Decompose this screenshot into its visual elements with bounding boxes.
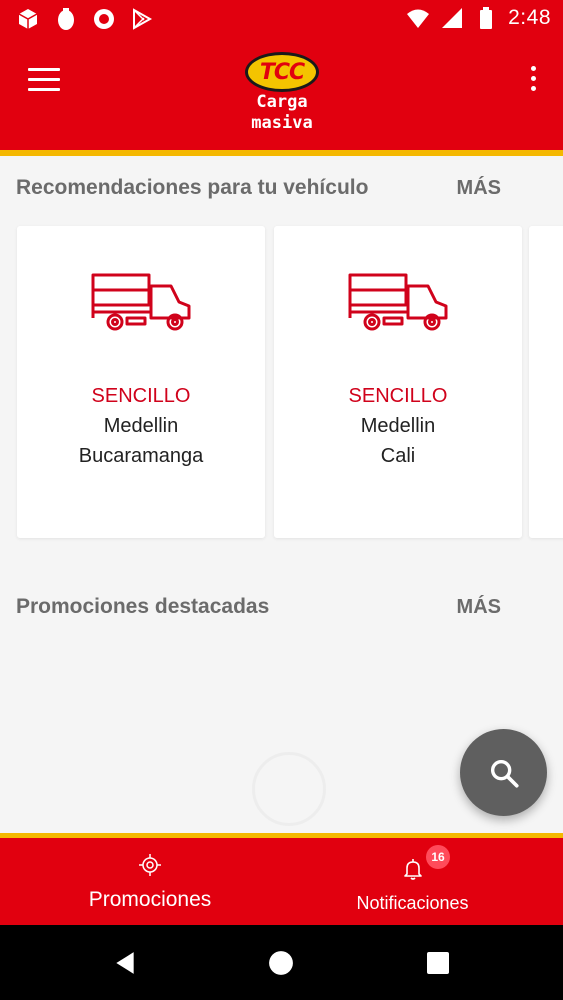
app-bar: TCC Carga masiva <box>0 40 563 150</box>
recents-icon[interactable] <box>426 950 450 976</box>
recommendation-card[interactable]: SENCILLO Medellin Bucaramanga <box>17 226 265 538</box>
search-fab-button[interactable] <box>460 729 547 816</box>
recommendations-title: Recomendaciones para tu vehículo <box>16 176 369 199</box>
hamburger-menu-icon[interactable] <box>28 68 60 94</box>
promotions-title: Promociones destacadas <box>16 595 270 618</box>
bell-icon <box>403 859 422 880</box>
record-icon <box>94 9 114 29</box>
card-vehicle-type: SENCILLO <box>91 385 191 407</box>
recommendation-card-peek[interactable] <box>529 226 563 538</box>
search-icon <box>490 759 519 788</box>
app-subtitle-line2: masiva <box>251 113 313 133</box>
wifi-icon <box>407 9 430 28</box>
promotions-more-button[interactable]: MÁS <box>457 596 501 619</box>
back-icon[interactable] <box>112 950 138 976</box>
logo-text: TCC <box>259 59 305 85</box>
card-destination: Bucaramanga <box>78 445 204 467</box>
card-origin: Medellin <box>103 415 179 437</box>
play-store-icon <box>133 8 153 30</box>
truck-icon <box>91 273 191 331</box>
card-origin: Medellin <box>360 415 436 437</box>
box-icon <box>18 9 38 29</box>
notifications-badge: 16 <box>426 845 450 869</box>
nav-item-promociones[interactable]: Promociones <box>60 838 240 925</box>
truck-icon <box>348 273 448 331</box>
app-bar-accent-line <box>0 150 563 156</box>
recommendations-more-button[interactable]: MÁS <box>457 177 501 200</box>
signal-icon <box>442 8 463 28</box>
bottom-nav: Promociones 16 Notificaciones <box>0 838 563 925</box>
target-icon <box>139 854 161 876</box>
nav-item-notificaciones[interactable]: 16 Notificaciones <box>330 838 495 925</box>
card-vehicle-type: SENCILLO <box>348 385 448 407</box>
status-time: 2:48 <box>508 6 551 29</box>
tcc-logo: TCC Carga masiva <box>244 52 320 142</box>
recommendation-card[interactable]: SENCILLO Medellin Cali <box>274 226 522 538</box>
loading-placeholder-icon <box>252 752 326 826</box>
status-bar: 2:48 <box>0 0 563 40</box>
home-icon[interactable] <box>268 950 294 976</box>
more-vert-icon[interactable] <box>527 66 539 98</box>
system-nav-bar <box>0 925 563 1000</box>
app-subtitle-line1: Carga <box>256 92 308 112</box>
battery-icon <box>480 7 493 29</box>
nav-label-notificaciones: Notificaciones <box>356 893 469 913</box>
nav-label-promociones: Promociones <box>88 888 212 911</box>
egg-icon <box>58 8 74 30</box>
card-destination: Cali <box>380 445 416 467</box>
